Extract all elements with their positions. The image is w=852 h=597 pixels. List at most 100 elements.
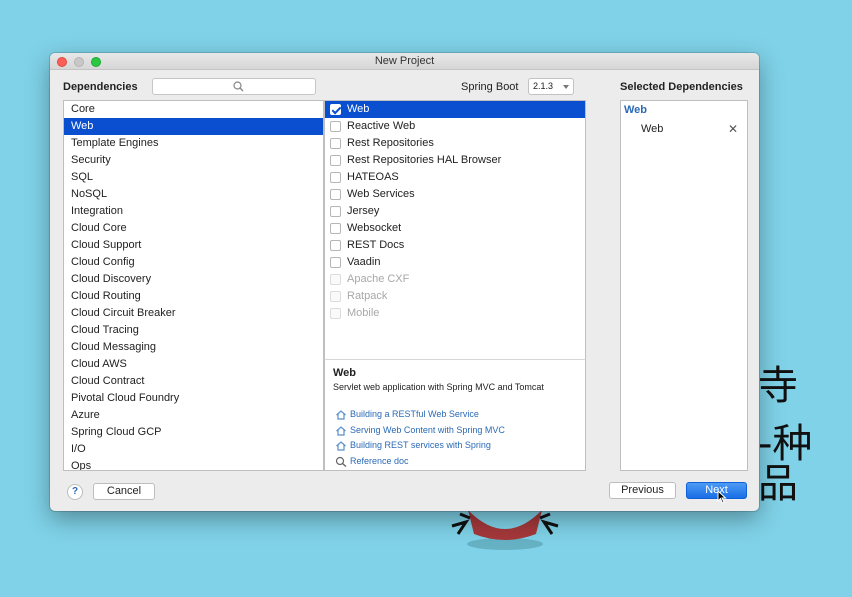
selected-dependencies-panel: Web Web ✕ [620, 100, 748, 471]
description-title: Web [333, 367, 357, 379]
dependency-description: Web Servlet web application with Spring … [324, 359, 586, 471]
category-list: Core Web Template Engines Security SQL N… [63, 100, 324, 471]
dependency-item: Mobile [325, 305, 585, 322]
dependency-checkbox [330, 274, 341, 285]
new-project-dialog: New Project Dependencies Spring Boot 2.1… [50, 53, 759, 511]
category-item[interactable]: Cloud AWS [64, 356, 323, 373]
dependency-item[interactable]: Web [325, 101, 585, 118]
category-item[interactable]: Cloud Support [64, 237, 323, 254]
title-bar: New Project [50, 53, 759, 70]
dependency-checkbox[interactable] [330, 240, 341, 251]
dependency-label: HATEOAS [347, 171, 399, 183]
dependency-label: Web Services [347, 188, 415, 200]
selected-dependency-item: Web [641, 123, 664, 135]
dependency-label: Apache CXF [347, 273, 410, 285]
guide-icon [336, 409, 346, 420]
dependency-checkbox[interactable] [330, 172, 341, 183]
dependency-checkbox[interactable] [330, 189, 341, 200]
help-button[interactable]: ? [67, 484, 83, 500]
dependency-item[interactable]: Rest Repositories HAL Browser [325, 152, 585, 169]
search-box[interactable] [152, 78, 316, 95]
category-item[interactable]: Cloud Core [64, 220, 323, 237]
category-item[interactable]: Ops [64, 458, 323, 470]
dependency-checkbox[interactable] [330, 104, 341, 115]
dependency-checkbox[interactable] [330, 223, 341, 234]
category-item[interactable]: Core [64, 101, 323, 118]
guide-icon [336, 425, 346, 436]
dependency-item[interactable]: HATEOAS [325, 169, 585, 186]
minimize-window-button[interactable] [74, 57, 84, 67]
background-text-2: -种 品 [758, 421, 813, 507]
category-item[interactable]: I/O [64, 441, 323, 458]
cancel-button[interactable]: Cancel [93, 483, 155, 500]
dependency-label: Rest Repositories [347, 137, 434, 149]
category-item[interactable]: Cloud Circuit Breaker [64, 305, 323, 322]
dependency-label: Websocket [347, 222, 402, 234]
dependency-item[interactable]: Web Services [325, 186, 585, 203]
spring-boot-label: Spring Boot [461, 81, 519, 93]
window-title: New Project [374, 55, 435, 67]
dependency-checkbox[interactable] [330, 155, 341, 166]
guide-link[interactable]: Building a RESTful Web Service [335, 409, 479, 420]
category-item[interactable]: Security [64, 152, 323, 169]
category-item[interactable]: Cloud Tracing [64, 322, 323, 339]
dependencies-label: Dependencies [63, 81, 138, 93]
category-item[interactable]: Cloud Routing [64, 288, 323, 305]
dependency-label: Rest Repositories HAL Browser [347, 154, 502, 166]
dependency-item[interactable]: Vaadin [325, 254, 585, 271]
guide-link-label: Serving Web Content with Spring MVC [350, 425, 505, 435]
mouse-cursor-icon [717, 490, 727, 504]
description-text: Servlet web application with Spring MVC … [333, 382, 544, 392]
reference-icon [335, 457, 347, 468]
dependency-label: Web [347, 103, 370, 115]
category-item[interactable]: Azure [64, 407, 323, 424]
dependency-item: Ratpack [325, 288, 585, 305]
spring-boot-version-select[interactable]: 2.1.3 [528, 78, 574, 95]
category-item[interactable]: Cloud Discovery [64, 271, 323, 288]
dependency-checkbox[interactable] [330, 121, 341, 132]
dependency-item[interactable]: REST Docs [325, 237, 585, 254]
chevron-down-icon [563, 85, 569, 89]
dependency-item: Apache CXF [325, 271, 585, 288]
category-item[interactable]: Web [64, 118, 323, 135]
remove-dependency-button[interactable]: ✕ [728, 122, 738, 136]
dependency-checkbox[interactable] [330, 257, 341, 268]
reference-doc-link[interactable]: Reference doc [335, 456, 409, 468]
maximize-window-button[interactable] [91, 57, 101, 67]
dependency-list: Web Reactive Web Rest Repositories Rest … [324, 100, 586, 359]
category-item[interactable]: NoSQL [64, 186, 323, 203]
category-item[interactable]: Integration [64, 203, 323, 220]
dependency-item[interactable]: Websocket [325, 220, 585, 237]
search-icon [233, 81, 244, 92]
category-item[interactable]: Cloud Messaging [64, 339, 323, 356]
category-item[interactable]: Cloud Contract [64, 373, 323, 390]
category-item[interactable]: Spring Cloud GCP [64, 424, 323, 441]
category-item[interactable]: SQL [64, 169, 323, 186]
dependency-item[interactable]: Rest Repositories [325, 135, 585, 152]
guide-link[interactable]: Serving Web Content with Spring MVC [335, 425, 505, 436]
dependency-label: Mobile [347, 307, 380, 319]
dependency-item[interactable]: Jersey [325, 203, 585, 220]
dependency-label: REST Docs [347, 239, 405, 251]
dependency-label: Reactive Web [347, 120, 416, 132]
previous-button[interactable]: Previous [609, 482, 676, 499]
dependency-checkbox[interactable] [330, 138, 341, 149]
selected-dependencies-title: Selected Dependencies [620, 81, 743, 93]
dependency-item[interactable]: Reactive Web [325, 118, 585, 135]
guide-icon [336, 440, 346, 451]
dependency-label: Vaadin [347, 256, 381, 268]
category-item[interactable]: Pivotal Cloud Foundry [64, 390, 323, 407]
search-input[interactable] [157, 80, 227, 93]
close-window-button[interactable] [57, 57, 67, 67]
guide-link-label: Building a RESTful Web Service [350, 409, 479, 419]
dependency-checkbox [330, 308, 341, 319]
dependency-checkbox [330, 291, 341, 302]
dependency-checkbox[interactable] [330, 206, 341, 217]
dependency-label: Ratpack [347, 290, 388, 302]
category-item[interactable]: Cloud Config [64, 254, 323, 271]
selected-group-title: Web [624, 104, 648, 116]
reference-doc-label: Reference doc [350, 456, 409, 466]
guide-link[interactable]: Building REST services with Spring [335, 440, 491, 451]
category-item[interactable]: Template Engines [64, 135, 323, 152]
guide-link-label: Building REST services with Spring [350, 440, 491, 450]
